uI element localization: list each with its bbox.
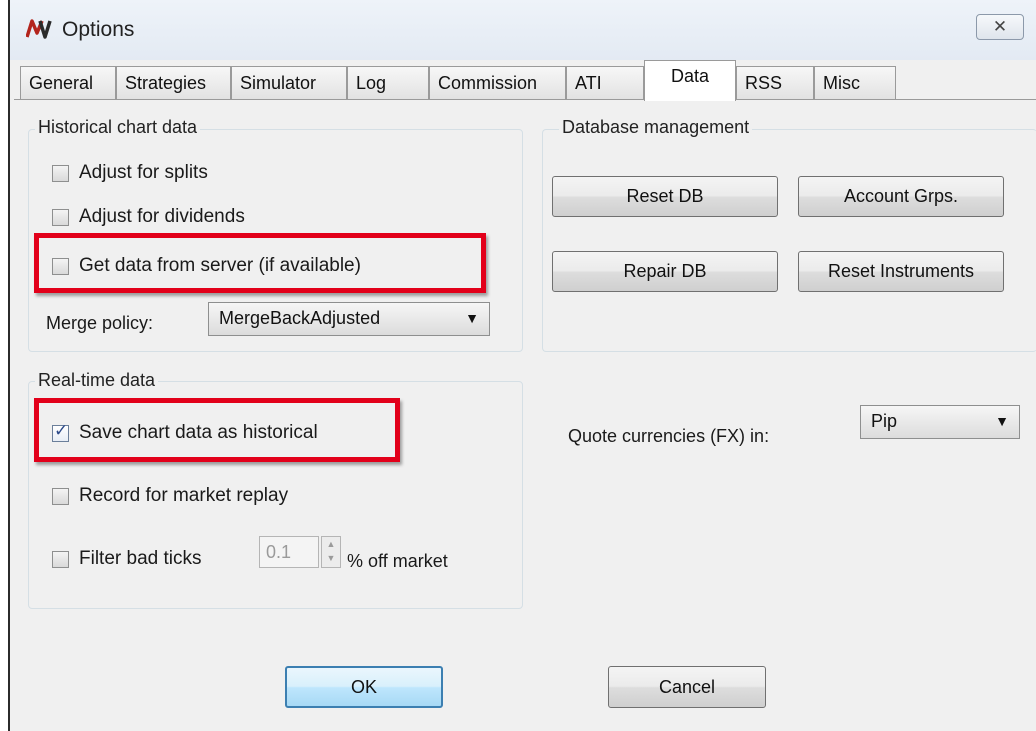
adjust-splits-label: Adjust for splits [79,162,208,183]
merge-policy-dropdown[interactable]: MergeBackAdjusted ▼ [208,302,490,336]
checkbox-box[interactable] [52,550,69,568]
tab-strip: General Strategies Simulator Log Commiss… [10,60,1036,101]
tab-commission[interactable]: Commission [429,66,566,99]
tab-log[interactable]: Log [347,66,429,99]
checkbox-box[interactable] [52,208,69,226]
merge-policy-label: Merge policy: [46,313,154,333]
checkbox-box[interactable] [52,487,69,505]
filter-suffix-label: % off market [347,551,448,571]
window-title: Options [62,18,135,41]
title-bar: Options ✕ [10,0,1036,60]
tab-strategies[interactable]: Strategies [116,66,231,99]
close-button[interactable]: ✕ [976,14,1024,40]
highlight-box-save-chart [34,398,400,462]
ok-button[interactable]: OK [285,666,443,708]
spin-down-icon[interactable]: ▼ [322,551,340,565]
tab-misc[interactable]: Misc [814,66,896,99]
filter-bad-ticks-checkbox[interactable]: Filter bad ticks [52,548,201,570]
adjust-dividends-label: Adjust for dividends [79,206,245,227]
highlight-box-get-data [34,233,486,293]
database-group-title: Database management [559,117,753,138]
options-dialog: Options ✕ General Strategies Simulator L… [10,0,1036,731]
tab-data[interactable]: Data [644,60,736,101]
tab-ati[interactable]: ATI [566,66,644,99]
filter-bad-ticks-label: Filter bad ticks [79,548,202,569]
record-market-replay-label: Record for market replay [79,485,289,506]
quote-currencies-label: Quote currencies (FX) in: [568,426,770,446]
dropdown-arrow-icon: ▼ [465,310,479,326]
checkbox-box[interactable] [52,164,69,182]
dropdown-arrow-icon: ▼ [995,413,1009,429]
merge-policy-value: MergeBackAdjusted [219,308,381,328]
record-market-replay-checkbox[interactable]: Record for market replay [52,485,288,507]
close-icon: ✕ [992,17,1008,36]
database-management-group [542,129,1036,352]
tab-simulator[interactable]: Simulator [231,66,347,99]
account-grps-button[interactable]: Account Grps. [798,176,1004,217]
spin-up-icon[interactable]: ▲ [322,537,340,551]
ninjatrader-logo-icon [26,19,52,39]
repair-db-button[interactable]: Repair DB [552,251,778,292]
quote-currencies-dropdown[interactable]: Pip ▼ [860,405,1020,439]
left-margin [0,0,8,731]
filter-threshold-input[interactable]: 0.1 [259,536,319,568]
quote-currencies-value: Pip [871,411,898,431]
reset-instruments-button[interactable]: Reset Instruments [798,251,1004,292]
tab-rss[interactable]: RSS [736,66,814,99]
filter-threshold-spinner[interactable]: ▲ ▼ [321,536,341,568]
adjust-splits-checkbox[interactable]: Adjust for splits [52,162,208,184]
cancel-button[interactable]: Cancel [608,666,766,708]
reset-db-button[interactable]: Reset DB [552,176,778,217]
tab-general[interactable]: General [20,66,116,99]
historical-group-title: Historical chart data [35,117,201,138]
adjust-dividends-checkbox[interactable]: Adjust for dividends [52,206,245,228]
real-time-group-title: Real-time data [35,370,159,391]
